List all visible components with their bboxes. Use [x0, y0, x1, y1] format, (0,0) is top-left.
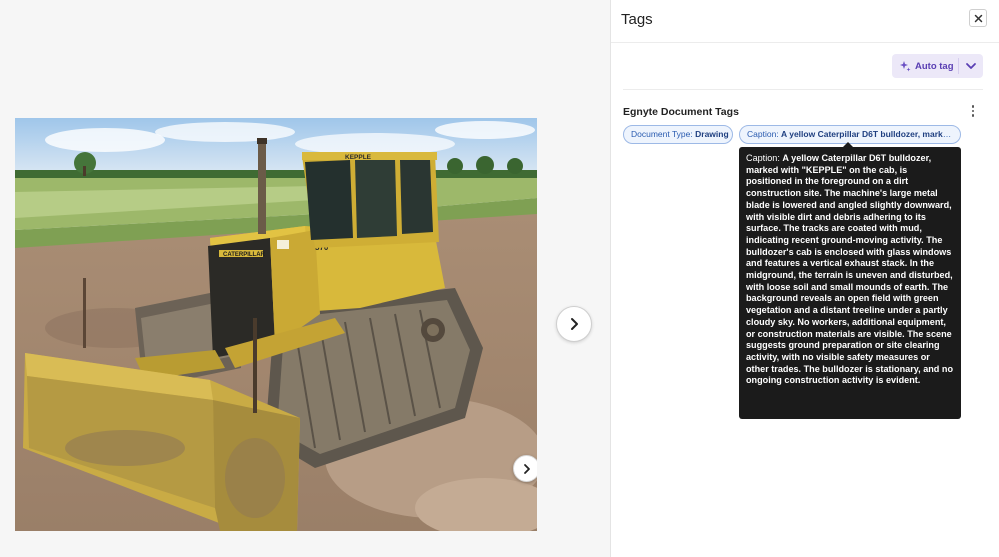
- auto-tag-button[interactable]: Auto tag: [892, 54, 958, 78]
- tooltip-text: A yellow Caterpillar D6T bulldozer, mark…: [746, 153, 953, 386]
- caption-tooltip: Caption: A yellow Caterpillar D6T bulldo…: [739, 142, 961, 419]
- tag-chip-value: Drawing: [695, 129, 729, 139]
- auto-tag-dropdown[interactable]: [959, 54, 983, 78]
- image-next-button[interactable]: [513, 455, 537, 482]
- auto-tag-split-button: Auto tag: [892, 54, 983, 78]
- tag-chip-value: A yellow Caterpillar D6T bulldozer, mark…: [781, 129, 960, 139]
- header-divider: [611, 42, 999, 43]
- tag-chip-label: Caption:: [747, 129, 779, 139]
- tags-panel: Tags Auto tag Egnyte Document Tags Docum…: [610, 0, 999, 557]
- photo-brand-text: CATERPILLAR: [223, 252, 266, 258]
- next-document-button[interactable]: [556, 306, 592, 342]
- close-icon: [974, 14, 982, 22]
- photo-cab-text: KEPPLE: [345, 154, 372, 161]
- tag-chip-document-type[interactable]: Document Type: Drawing: [623, 125, 733, 144]
- image-viewer: CATERPILLAR 570 KEPPLE: [0, 0, 610, 557]
- panel-title: Tags: [621, 11, 653, 28]
- section-divider: [623, 89, 983, 90]
- close-button[interactable]: [969, 9, 987, 27]
- sparkle-icon: [900, 61, 911, 72]
- document-image: CATERPILLAR 570 KEPPLE: [15, 118, 537, 531]
- section-title: Egnyte Document Tags: [623, 106, 739, 118]
- tag-chip-label: Document Type:: [631, 129, 693, 139]
- chevron-right-icon: [571, 318, 578, 330]
- chevron-right-icon: [523, 463, 530, 474]
- tooltip-label: Caption:: [746, 153, 780, 163]
- auto-tag-label: Auto tag: [915, 60, 954, 72]
- kebab-icon[interactable]: [967, 103, 979, 119]
- chevron-down-icon: [966, 63, 976, 69]
